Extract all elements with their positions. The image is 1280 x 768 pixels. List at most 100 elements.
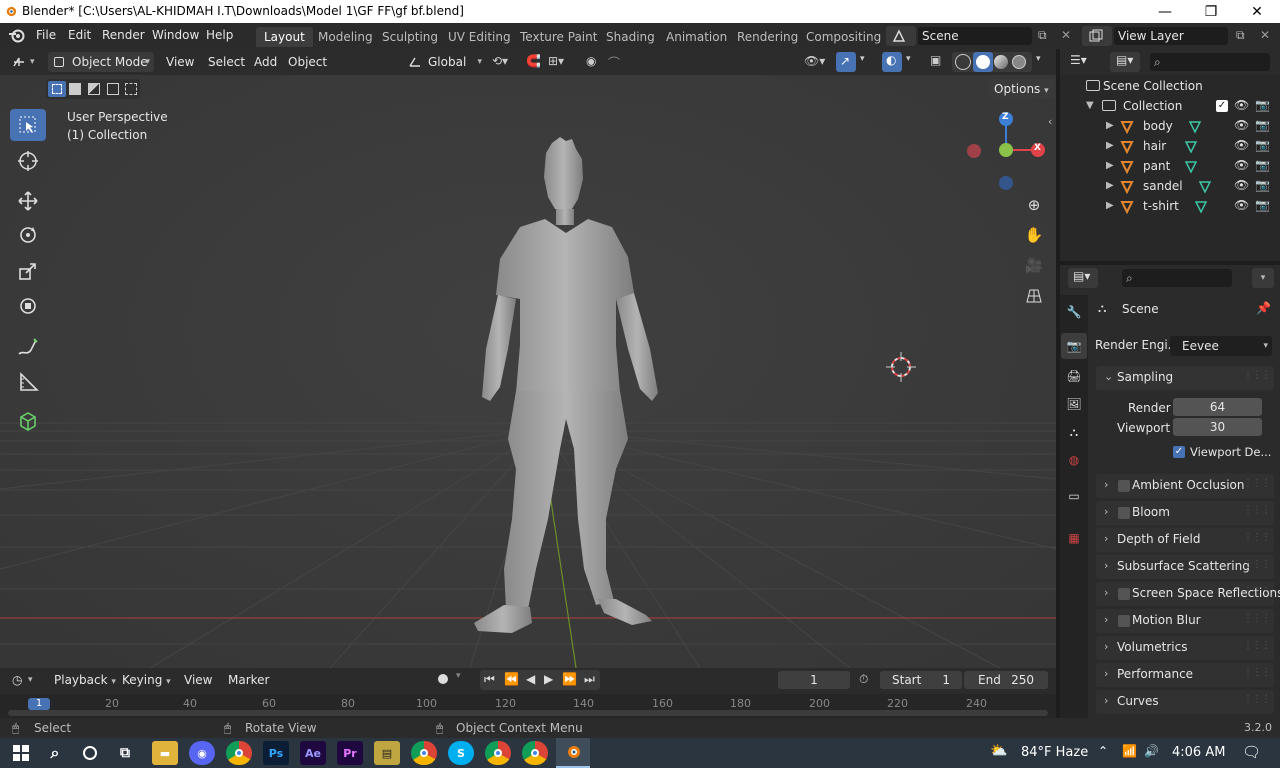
mesh-data-icon[interactable] [1198,180,1212,194]
timeline-editor-type-button[interactable]: ◷ ▾ [8,670,42,690]
render-samples-field[interactable]: 64 [1173,398,1262,416]
next-keyframe-icon[interactable]: ⏩ [562,672,577,686]
prev-keyframe-icon[interactable]: ⏪ [504,672,519,686]
transform-orientation-dropdown[interactable]: Global ▾ [404,52,484,72]
timeline-menu-keying[interactable]: Keying ▾ [116,670,177,690]
record-icon[interactable] [438,674,448,684]
menu-window[interactable]: Window [152,28,199,42]
play-reverse-icon[interactable]: ◀ [526,672,535,686]
sampling-section-header[interactable]: ⌄ Sampling ⋮⋮⋮ [1096,366,1274,390]
select-extend-icon[interactable] [69,83,81,95]
viewport-menu-add[interactable]: Add [248,52,283,72]
viewport-menu-select[interactable]: Select [202,52,251,72]
select-subtract-icon[interactable] [88,83,100,95]
tab-shading[interactable]: Shading [598,27,663,47]
pin-icon[interactable]: 📌 [1256,301,1271,315]
tab-sculpting[interactable]: Sculpting [374,27,446,47]
viewport-menu-object[interactable]: Object [282,52,333,72]
viewport-denoise-checkbox[interactable]: ✓ [1173,446,1185,458]
camera-render-icon[interactable]: 📷 [1255,178,1270,192]
chrome-profile-2-icon[interactable] [411,741,437,765]
wifi-icon[interactable]: 📶 [1122,744,1137,758]
bloom-section[interactable]: › Bloom ⋮⋮⋮ [1096,501,1274,525]
restore-button[interactable]: ❐ [1188,0,1234,23]
pivot-point-icon[interactable]: ⟲▾ [492,54,508,68]
file-explorer-icon[interactable]: ▬ [152,741,178,765]
blender-taskbar-button[interactable] [556,738,590,768]
camera-render-icon[interactable]: 📷 [1255,118,1270,132]
clock-time[interactable]: 4:06 AM [1172,745,1225,760]
outliner-object-row[interactable]: ▶ t-shirt 👁 📷 [1060,197,1280,217]
new-view-layer-icon[interactable]: ⧉ [1236,28,1245,43]
toggle-perspective-button[interactable] [1020,282,1048,310]
add-cube-tool[interactable] [10,405,46,437]
close-window-button[interactable]: ✕ [1234,0,1280,23]
outliner-collection-row[interactable]: ▼ Collection ✓ 👁 📷 [1060,97,1280,117]
camera-render-icon[interactable]: 📷 [1255,198,1270,212]
options-dropdown[interactable]: Options ▾ [988,79,1055,99]
outliner-search-input[interactable]: ⌕ [1150,53,1270,71]
object-mode-dropdown[interactable]: Object Mode ▾ [48,52,154,72]
skype-icon[interactable]: S [448,741,474,765]
select-intersect-icon[interactable] [125,83,137,95]
expand-arrow-icon[interactable]: ▶ [1106,180,1114,191]
play-icon[interactable]: ▶ [544,672,553,686]
expand-arrow-icon[interactable]: ▶ [1106,120,1114,131]
bloom-checkbox[interactable] [1118,507,1130,519]
overlays-toggle-button[interactable]: ◐ [882,52,902,72]
chrome-profile-4-icon[interactable] [522,741,548,765]
mesh-data-icon[interactable] [1184,140,1198,154]
premiere-icon[interactable]: Pr [337,741,363,765]
playhead[interactable]: 1 [28,698,50,710]
ambient-occlusion-checkbox[interactable] [1118,480,1130,492]
timeline-scrollbar[interactable] [8,710,1048,716]
scale-tool[interactable] [10,255,46,287]
curves-section[interactable]: › Curves ⋮⋮⋮ [1096,690,1274,714]
gizmo-toggle-button[interactable]: ↗ [836,52,856,72]
eye-icon[interactable]: 👁 [1234,198,1249,212]
measure-tool[interactable] [10,366,46,398]
rendered-shading-icon[interactable] [1012,55,1026,69]
photoshop-icon[interactable]: Ps [263,741,289,765]
proportional-editing-icon[interactable]: ◉ [586,54,596,68]
scene-selector-button[interactable] [886,26,916,46]
chrome-profile-3-icon[interactable] [485,741,511,765]
expand-arrow-icon[interactable]: ▶ [1106,140,1114,151]
blender-menu-icon[interactable] [8,28,26,44]
texture-tab-icon[interactable]: ▦ [1061,525,1087,551]
view-layer-tab-icon[interactable]: 🖼 [1061,391,1087,417]
notifications-icon[interactable]: 🗨 [1242,743,1261,761]
select-invert-icon[interactable] [107,83,119,95]
camera-render-icon[interactable]: 📷 [1255,98,1270,112]
outliner-object-row[interactable]: ▶ hair 👁 📷 [1060,137,1280,157]
start-frame-field[interactable]: Start 1 [880,671,962,689]
collection-tab-icon[interactable]: ▭ [1061,483,1087,509]
tab-texture-paint[interactable]: Texture Paint [512,27,605,47]
performance-section[interactable]: › Performance ⋮⋮⋮ [1096,663,1274,687]
xray-toggle-icon[interactable]: ▣ [930,53,941,67]
viewport-menu-view[interactable]: View [160,52,200,72]
world-tab-icon[interactable]: ◍ [1061,447,1087,473]
solid-shading-button[interactable] [973,52,993,72]
render-tab-icon[interactable]: 📷 [1061,333,1087,359]
render-engine-dropdown[interactable]: Eevee ▾ [1170,336,1272,356]
current-frame-field[interactable]: 1 [778,671,850,689]
menu-edit[interactable]: Edit [68,28,91,42]
select-new-button[interactable] [48,81,66,97]
eye-icon[interactable]: 👁 [1234,118,1249,132]
outliner-object-row[interactable]: ▶ pant 👁 📷 [1060,157,1280,177]
output-tab-icon[interactable]: 🖨 [1061,363,1087,389]
jump-end-icon[interactable]: ⏭ [584,672,595,687]
pan-view-button[interactable]: ✋ [1020,221,1048,249]
weather-icon[interactable]: ⛅ [990,743,1007,759]
chrome-icon[interactable] [226,741,252,765]
transform-tool[interactable] [10,290,46,322]
eye-icon[interactable]: 👁 [1234,158,1249,172]
outliner-scene-collection[interactable]: Scene Collection [1060,77,1280,97]
timeline-menu-playback[interactable]: Playback ▾ [48,670,122,690]
3d-viewport[interactable]: Z X ▾ Object Mode ▾ View Select Add Obje… [0,49,1056,668]
proportional-falloff-icon[interactable]: ⌒ [608,54,620,71]
outliner-editor-type-icon[interactable]: ☰▾ [1070,53,1087,67]
view-layer-name-field[interactable]: View Layer [1114,27,1228,45]
tab-compositing[interactable]: Compositing [798,27,889,47]
